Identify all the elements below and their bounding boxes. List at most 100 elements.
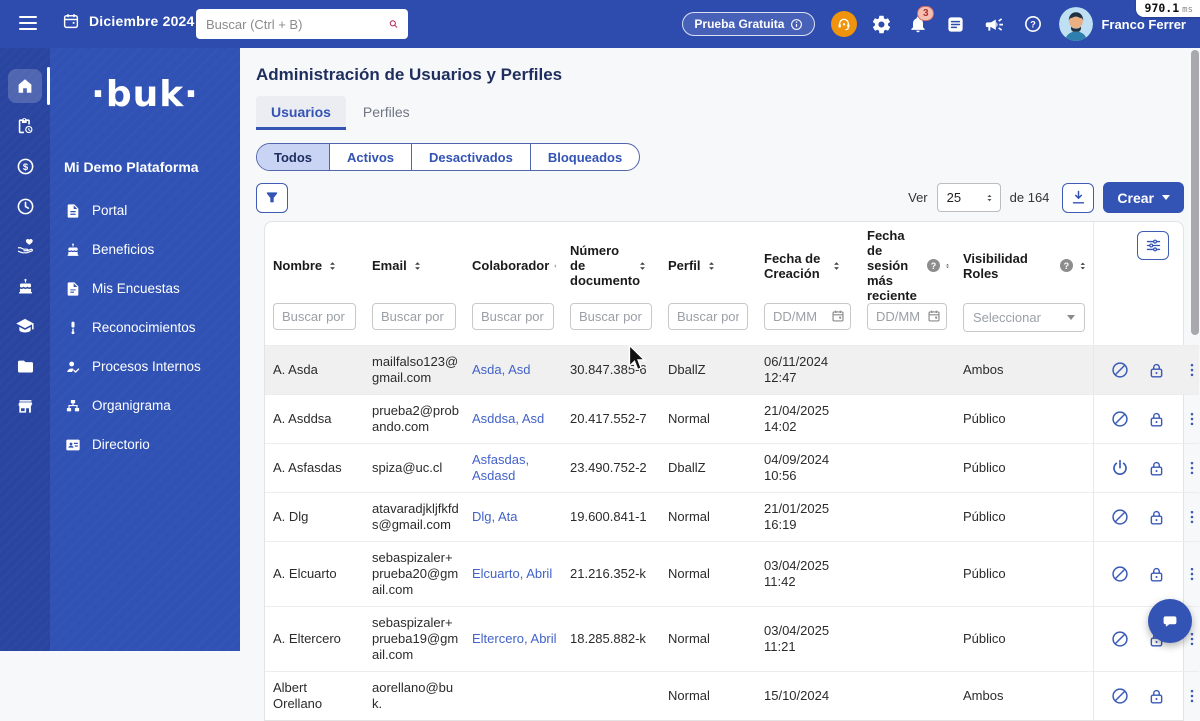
trial-badge-label: Prueba Gratuita bbox=[694, 17, 784, 31]
kebab-menu-icon[interactable] bbox=[1183, 564, 1200, 584]
column-header-email[interactable]: Email bbox=[364, 222, 464, 303]
kebab-menu-icon[interactable] bbox=[1183, 360, 1200, 380]
cell-email: sebaspizaler+prueba20@gmail.com bbox=[364, 542, 464, 607]
lock-icon[interactable] bbox=[1147, 686, 1166, 706]
support-headset-icon[interactable] bbox=[831, 11, 857, 37]
sidebar-item-directorio[interactable]: Directorio bbox=[50, 425, 240, 464]
column-header-nombre[interactable]: Nombre bbox=[265, 222, 364, 303]
block-icon[interactable] bbox=[1110, 686, 1130, 706]
power-icon[interactable] bbox=[1110, 458, 1130, 478]
chevron-down-icon bbox=[1162, 195, 1170, 200]
kebab-menu-icon[interactable] bbox=[1183, 409, 1200, 429]
search-input[interactable] bbox=[196, 17, 388, 32]
chat-fab-button[interactable] bbox=[1148, 599, 1192, 643]
filter-nombre-input[interactable] bbox=[273, 303, 356, 330]
tab-perfiles[interactable]: Perfiles bbox=[348, 96, 425, 130]
colaborador-link[interactable]: Asfasdas, Asdasd bbox=[472, 452, 529, 483]
filter-email-input[interactable] bbox=[372, 303, 456, 330]
lock-icon[interactable] bbox=[1147, 458, 1166, 478]
cell-email: prueba2@probando.com bbox=[364, 395, 464, 444]
cell-perfil: Normal bbox=[660, 542, 756, 607]
download-button[interactable] bbox=[1062, 183, 1094, 213]
column-header-visibilidad[interactable]: Visibilidad Roles bbox=[955, 222, 1093, 303]
filter-colaborador-input[interactable] bbox=[472, 303, 554, 330]
rail-item-benefits[interactable] bbox=[0, 266, 50, 306]
sidebar: ·buk· Mi Demo Plataforma Portal Benefici… bbox=[50, 48, 240, 651]
filter-bloqueados[interactable]: Bloqueados bbox=[531, 144, 639, 170]
column-header-fecha-sesion[interactable]: Fecha de sesión más reciente bbox=[859, 222, 955, 303]
kebab-menu-icon[interactable] bbox=[1183, 458, 1200, 478]
table-row: Albert Orellanoaorellano@buk.Normal15/10… bbox=[265, 672, 1199, 721]
colaborador-link[interactable]: Asddsa, Asd bbox=[472, 411, 544, 426]
cell-perfil: DballZ bbox=[660, 346, 756, 395]
lock-icon[interactable] bbox=[1147, 360, 1166, 380]
cell-perfil: Normal bbox=[660, 493, 756, 542]
filter-activos[interactable]: Activos bbox=[330, 144, 412, 170]
block-icon[interactable] bbox=[1110, 564, 1130, 584]
block-icon[interactable] bbox=[1110, 507, 1130, 527]
notifications-bell-icon[interactable]: 3 bbox=[907, 13, 929, 35]
colaborador-link[interactable]: Eltercero, Abril bbox=[472, 631, 557, 646]
performance-unit: ms bbox=[1182, 5, 1193, 15]
rail-item-marketplace[interactable] bbox=[0, 386, 50, 426]
user-avatar[interactable] bbox=[1059, 7, 1093, 41]
changelog-document-icon[interactable] bbox=[944, 13, 966, 35]
created-date: 03/04/2025 bbox=[764, 558, 854, 574]
kebab-menu-icon[interactable] bbox=[1183, 507, 1200, 527]
column-config-button[interactable] bbox=[1137, 231, 1169, 260]
help-icon[interactable] bbox=[1060, 259, 1073, 272]
settings-gear-icon[interactable] bbox=[870, 13, 892, 35]
colaborador-link[interactable]: Dlg, Ata bbox=[472, 509, 518, 524]
search-icon[interactable] bbox=[388, 15, 399, 33]
kebab-menu-icon[interactable] bbox=[1183, 686, 1200, 706]
rail-item-tasks[interactable] bbox=[0, 106, 50, 146]
filter-todos[interactable]: Todos bbox=[257, 144, 330, 170]
sidebar-item-procesos-internos[interactable]: Procesos Internos bbox=[50, 347, 240, 386]
filter-desactivados[interactable]: Desactivados bbox=[412, 144, 531, 170]
sidebar-item-portal[interactable]: Portal bbox=[50, 191, 240, 230]
sidebar-item-mis-encuestas[interactable]: Mis Encuestas bbox=[50, 269, 240, 308]
column-header-colaborador[interactable]: Colaborador bbox=[464, 222, 562, 303]
block-icon[interactable] bbox=[1110, 360, 1130, 380]
created-time: 11:21 bbox=[764, 639, 854, 655]
advanced-filter-button[interactable] bbox=[256, 183, 288, 213]
colaborador-link[interactable]: Asda, Asd bbox=[472, 362, 531, 377]
tab-usuarios[interactable]: Usuarios bbox=[256, 96, 346, 130]
column-header-perfil[interactable]: Perfil bbox=[660, 222, 756, 303]
rail-item-payroll[interactable]: $ bbox=[0, 146, 50, 186]
filter-visibilidad-select[interactable]: Seleccionar bbox=[963, 303, 1085, 332]
cell-nombre: A. Asfasdas bbox=[265, 444, 364, 493]
period-selector[interactable]: Diciembre 2024 bbox=[62, 12, 195, 30]
lock-icon[interactable] bbox=[1147, 409, 1166, 429]
sidebar-item-reconocimientos[interactable]: Reconocimientos bbox=[50, 308, 240, 347]
page-size-select[interactable]: 25 bbox=[937, 183, 1001, 212]
rail-item-documents[interactable] bbox=[0, 346, 50, 386]
rail-item-home[interactable] bbox=[0, 66, 50, 106]
user-name[interactable]: Franco Ferrer bbox=[1101, 17, 1186, 32]
row-actions bbox=[1110, 564, 1195, 584]
scrollbar-thumb[interactable] bbox=[1191, 50, 1199, 335]
cell-visibilidad: Ambos bbox=[955, 346, 1093, 395]
column-header-documento[interactable]: Número de documento bbox=[562, 222, 660, 303]
cell-actions bbox=[1093, 542, 1199, 607]
filter-documento-input[interactable] bbox=[570, 303, 652, 330]
block-icon[interactable] bbox=[1110, 629, 1130, 649]
trial-badge[interactable]: Prueba Gratuita bbox=[682, 12, 815, 36]
rail-item-talent[interactable] bbox=[0, 226, 50, 266]
help-icon[interactable]: ? bbox=[1022, 13, 1044, 35]
column-header-fecha-creacion[interactable]: Fecha de Creación bbox=[756, 222, 859, 303]
filter-perfil-input[interactable] bbox=[668, 303, 748, 330]
create-button[interactable]: Crear bbox=[1103, 182, 1184, 213]
sidebar-item-beneficios[interactable]: Beneficios bbox=[50, 230, 240, 269]
lock-icon[interactable] bbox=[1147, 507, 1166, 527]
menu-toggle-icon[interactable] bbox=[19, 16, 37, 30]
block-icon[interactable] bbox=[1110, 409, 1130, 429]
help-icon[interactable] bbox=[927, 259, 940, 272]
colaborador-link[interactable]: Elcuarto, Abril bbox=[472, 566, 552, 581]
rail-item-training[interactable] bbox=[0, 306, 50, 346]
lock-icon[interactable] bbox=[1147, 564, 1166, 584]
sidebar-item-organigrama[interactable]: Organigrama bbox=[50, 386, 240, 425]
created-date: 03/04/2025 bbox=[764, 623, 854, 639]
announcements-megaphone-icon[interactable] bbox=[983, 13, 1005, 35]
rail-item-attendance[interactable] bbox=[0, 186, 50, 226]
